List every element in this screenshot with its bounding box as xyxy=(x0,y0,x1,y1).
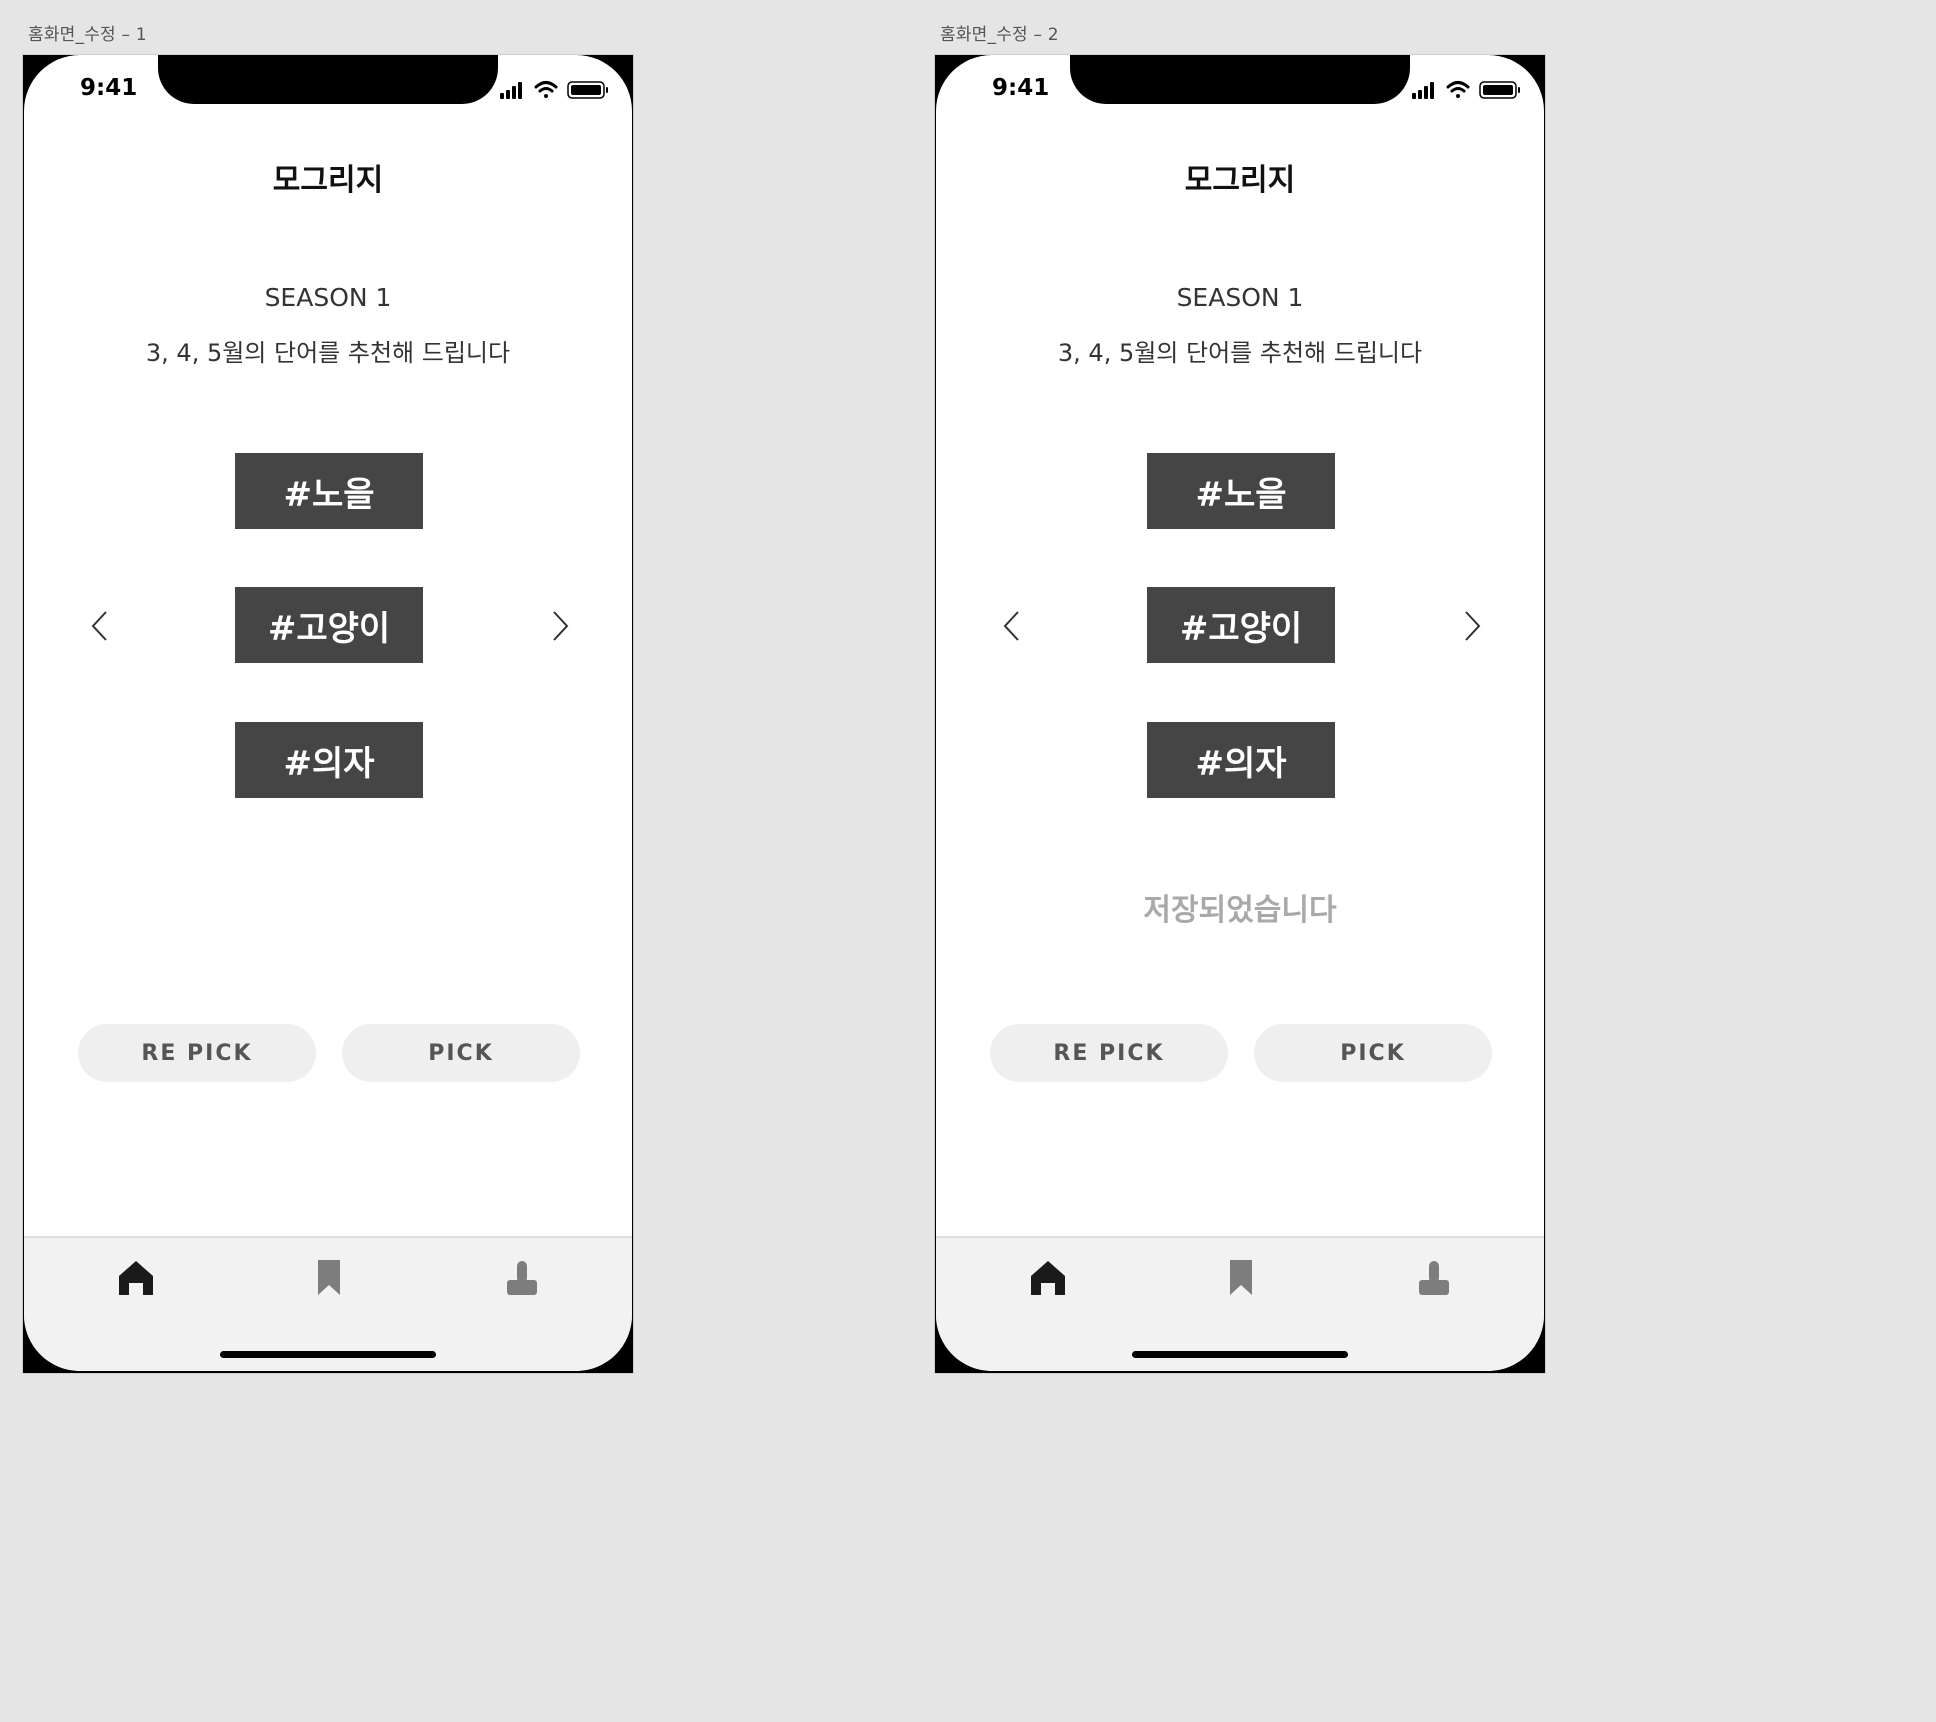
artboard-1: 홈화면_수정 – 1 9:41 모그리지 SEASON 1 3, 4, 5월의 … xyxy=(22,0,642,1395)
profile-icon[interactable] xyxy=(502,1258,542,1298)
wifi-icon xyxy=(534,81,558,98)
status-icons xyxy=(500,81,608,99)
tag-word-1[interactable]: #노을 xyxy=(235,453,423,529)
pick-button[interactable]: PICK xyxy=(342,1024,580,1082)
phone-frame: 9:41 모그리지 SEASON 1 3, 4, 5월의 단어를 추천해 드립니… xyxy=(934,54,1546,1374)
chevron-left-icon[interactable] xyxy=(1000,609,1024,643)
tag-word-2[interactable]: #고양이 xyxy=(1147,587,1335,663)
status-time: 9:41 xyxy=(992,75,1050,101)
home-indicator xyxy=(1132,1351,1348,1358)
app-title: 모그리지 xyxy=(1184,163,1296,198)
phone-frame: 9:41 모그리지 SEASON 1 3, 4, 5월의 단어를 추천해 드립니… xyxy=(22,54,634,1374)
signal-icon xyxy=(500,82,522,99)
bookmark-icon[interactable] xyxy=(309,1258,349,1298)
design-canvas: 홈화면_수정 – 1 9:41 모그리지 SEASON 1 3, 4, 5월의 … xyxy=(0,0,1568,1395)
status-time: 9:41 xyxy=(80,75,138,101)
recommendation-description: 3, 4, 5월의 단어를 추천해 드립니다 xyxy=(145,339,511,367)
tag-word-3[interactable]: #의자 xyxy=(1147,722,1335,798)
status-icons xyxy=(1412,81,1520,99)
season-label: SEASON 1 xyxy=(1176,283,1304,312)
home-icon[interactable] xyxy=(116,1258,156,1298)
app-title: 모그리지 xyxy=(272,163,384,198)
artboard-label: 홈화면_수정 – 1 xyxy=(28,25,147,45)
battery-icon xyxy=(1479,81,1520,99)
bookmark-icon[interactable] xyxy=(1221,1258,1261,1298)
season-label: SEASON 1 xyxy=(264,283,392,312)
recommendation-description: 3, 4, 5월의 단어를 추천해 드립니다 xyxy=(1057,339,1423,367)
tag-word-1[interactable]: #노을 xyxy=(1147,453,1335,529)
saved-message: 저장되었습니다 xyxy=(1143,893,1337,928)
phone-screen: 9:41 모그리지 SEASON 1 3, 4, 5월의 단어를 추천해 드립니… xyxy=(936,55,1544,1371)
profile-icon[interactable] xyxy=(1414,1258,1454,1298)
tag-word-2[interactable]: #고양이 xyxy=(235,587,423,663)
tag-word-3[interactable]: #의자 xyxy=(235,722,423,798)
repick-button[interactable]: RE PICK xyxy=(78,1024,316,1082)
artboard-2: 홈화면_수정 – 2 9:41 모그리지 SEASON 1 3, 4, 5월의 … xyxy=(934,0,1554,1395)
chevron-left-icon[interactable] xyxy=(88,609,112,643)
chevron-right-icon[interactable] xyxy=(1460,609,1484,643)
notch xyxy=(158,55,498,104)
artboard-label: 홈화면_수정 – 2 xyxy=(940,25,1059,45)
chevron-right-icon[interactable] xyxy=(548,609,572,643)
home-indicator xyxy=(220,1351,436,1358)
battery-icon xyxy=(567,81,608,99)
pick-button[interactable]: PICK xyxy=(1254,1024,1492,1082)
wifi-icon xyxy=(1446,81,1470,98)
phone-screen: 9:41 모그리지 SEASON 1 3, 4, 5월의 단어를 추천해 드립니… xyxy=(24,55,632,1371)
notch xyxy=(1070,55,1410,104)
home-icon[interactable] xyxy=(1028,1258,1068,1298)
repick-button[interactable]: RE PICK xyxy=(990,1024,1228,1082)
signal-icon xyxy=(1412,82,1434,99)
